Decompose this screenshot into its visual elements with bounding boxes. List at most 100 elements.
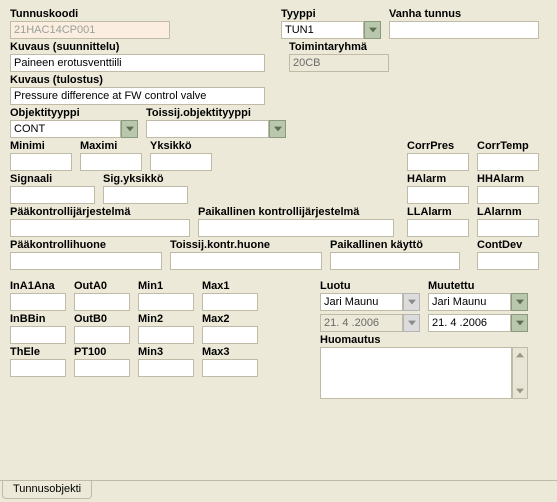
- label-paakontrollijarj: Pääkontrollijärjestelmä: [10, 206, 190, 218]
- input-paakontrollijarj[interactable]: [10, 219, 190, 237]
- label-lalarnm: LAlarnm: [477, 206, 539, 218]
- input-luotu-user[interactable]: [320, 293, 403, 311]
- label-sigyksikko: Sig.yksikkö: [103, 173, 188, 185]
- input-max2[interactable]: [202, 326, 258, 344]
- chevron-down-icon: [126, 126, 134, 132]
- label-tunnuskoodi: Tunnuskoodi: [10, 8, 170, 20]
- label-toissij-obj: Toissij.objektityyppi: [146, 107, 286, 119]
- input-ina1ana[interactable]: [10, 293, 66, 311]
- input-kuvaus-tulostus[interactable]: [10, 87, 265, 105]
- label-kuvaus-suunnittelu: Kuvaus (suunnittelu): [10, 41, 265, 53]
- input-objektityyppi[interactable]: [10, 120, 121, 138]
- label-max3: Max3: [202, 346, 258, 358]
- label-corrpres: CorrPres: [407, 140, 469, 152]
- label-outb0: OutB0: [74, 313, 130, 325]
- input-paikkaytto[interactable]: [330, 252, 460, 270]
- input-maximi[interactable]: [80, 153, 142, 171]
- dropdown-luotu-user[interactable]: [403, 293, 420, 311]
- textarea-huomautus[interactable]: [320, 347, 512, 399]
- input-min2[interactable]: [138, 326, 194, 344]
- input-outb0[interactable]: [74, 326, 130, 344]
- input-tyyppi[interactable]: [281, 21, 364, 39]
- input-minimi[interactable]: [10, 153, 72, 171]
- tab-bar: Tunnusobjekti: [0, 480, 557, 502]
- dropdown-luotu-date[interactable]: [403, 314, 420, 332]
- input-kuvaus-suunnittelu[interactable]: [10, 54, 265, 72]
- label-outa0: OutA0: [74, 280, 130, 292]
- label-contdev: ContDev: [477, 239, 539, 251]
- input-thele[interactable]: [10, 359, 66, 377]
- input-luotu-date: [320, 314, 403, 332]
- label-signaali: Signaali: [10, 173, 95, 185]
- input-outa0[interactable]: [74, 293, 130, 311]
- label-muutettu: Muutettu: [428, 280, 528, 292]
- label-maximi: Maximi: [80, 140, 142, 152]
- form-panel: Tunnuskoodi Tyyppi Vanha tunnus Kuvaus (…: [0, 0, 557, 478]
- label-tyyppi: Tyyppi: [281, 8, 381, 20]
- chevron-down-icon: [369, 27, 377, 33]
- label-halarm: HAlarm: [407, 173, 469, 185]
- dropdown-tyyppi[interactable]: [364, 21, 381, 39]
- input-sigyksikko[interactable]: [103, 186, 188, 204]
- dropdown-objektityyppi[interactable]: [121, 120, 138, 138]
- label-llalarm: LLAlarm: [407, 206, 469, 218]
- label-paikkontrollijarj: Paikallinen kontrollijärjestelmä: [198, 206, 394, 218]
- label-luotu: Luotu: [320, 280, 420, 292]
- input-contdev[interactable]: [477, 252, 539, 270]
- label-objektityyppi: Objektityyppi: [10, 107, 138, 119]
- chevron-down-icon: [408, 299, 416, 305]
- label-vanhatunnus: Vanha tunnus: [389, 8, 539, 20]
- scroll-up-icon[interactable]: [513, 348, 527, 362]
- chevron-down-icon: [408, 320, 416, 326]
- input-lalarnm[interactable]: [477, 219, 539, 237]
- label-kuvaus-tulostus: Kuvaus (tulostus): [10, 74, 265, 86]
- chevron-down-icon: [516, 299, 524, 305]
- label-minimi: Minimi: [10, 140, 72, 152]
- input-min1[interactable]: [138, 293, 194, 311]
- label-ina1ana: InA1Ana: [10, 280, 66, 292]
- label-huomautus: Huomautus: [320, 334, 528, 346]
- input-corrpres[interactable]: [407, 153, 469, 171]
- input-tunnuskoodi[interactable]: [10, 21, 170, 39]
- input-vanhatunnus[interactable]: [389, 21, 539, 39]
- input-signaali[interactable]: [10, 186, 95, 204]
- input-paikkontrollijarj[interactable]: [198, 219, 394, 237]
- dropdown-muutettu-user[interactable]: [511, 293, 528, 311]
- input-muutettu-user[interactable]: [428, 293, 511, 311]
- label-min3: Min3: [138, 346, 194, 358]
- input-pt100[interactable]: [74, 359, 130, 377]
- input-max3[interactable]: [202, 359, 258, 377]
- label-toissijkontrhuone: Toissij.kontr.huone: [170, 239, 322, 251]
- label-inbbin: InBBin: [10, 313, 66, 325]
- label-max1: Max1: [202, 280, 258, 292]
- dropdown-muutettu-date[interactable]: [511, 314, 528, 332]
- input-yksikko[interactable]: [150, 153, 212, 171]
- label-max2: Max2: [202, 313, 258, 325]
- input-muutettu-date[interactable]: [428, 314, 511, 332]
- tab-tunnusobjekti[interactable]: Tunnusobjekti: [2, 481, 92, 499]
- input-halarm[interactable]: [407, 186, 469, 204]
- input-max1[interactable]: [202, 293, 258, 311]
- input-inbbin[interactable]: [10, 326, 66, 344]
- label-min2: Min2: [138, 313, 194, 325]
- label-yksikko: Yksikkö: [150, 140, 212, 152]
- input-toissij-obj[interactable]: [146, 120, 269, 138]
- scrollbar-huomautus[interactable]: [512, 347, 528, 399]
- dropdown-toissij-obj[interactable]: [269, 120, 286, 138]
- input-min3[interactable]: [138, 359, 194, 377]
- chevron-down-icon: [274, 126, 282, 132]
- chevron-down-icon: [516, 320, 524, 326]
- label-paikkaytto: Paikallinen käyttö: [330, 239, 460, 251]
- label-toimintaryhma: Toimintaryhmä: [289, 41, 389, 53]
- input-hhalarm[interactable]: [477, 186, 539, 204]
- label-min1: Min1: [138, 280, 194, 292]
- input-llalarm[interactable]: [407, 219, 469, 237]
- label-corrtemp: CorrTemp: [477, 140, 539, 152]
- input-corrtemp[interactable]: [477, 153, 539, 171]
- input-paakontrollihuone[interactable]: [10, 252, 162, 270]
- label-pt100: PT100: [74, 346, 130, 358]
- input-toissijkontrhuone[interactable]: [170, 252, 322, 270]
- scroll-down-icon[interactable]: [513, 384, 527, 398]
- label-hhalarm: HHAlarm: [477, 173, 539, 185]
- label-paakontrollihuone: Pääkontrollihuone: [10, 239, 162, 251]
